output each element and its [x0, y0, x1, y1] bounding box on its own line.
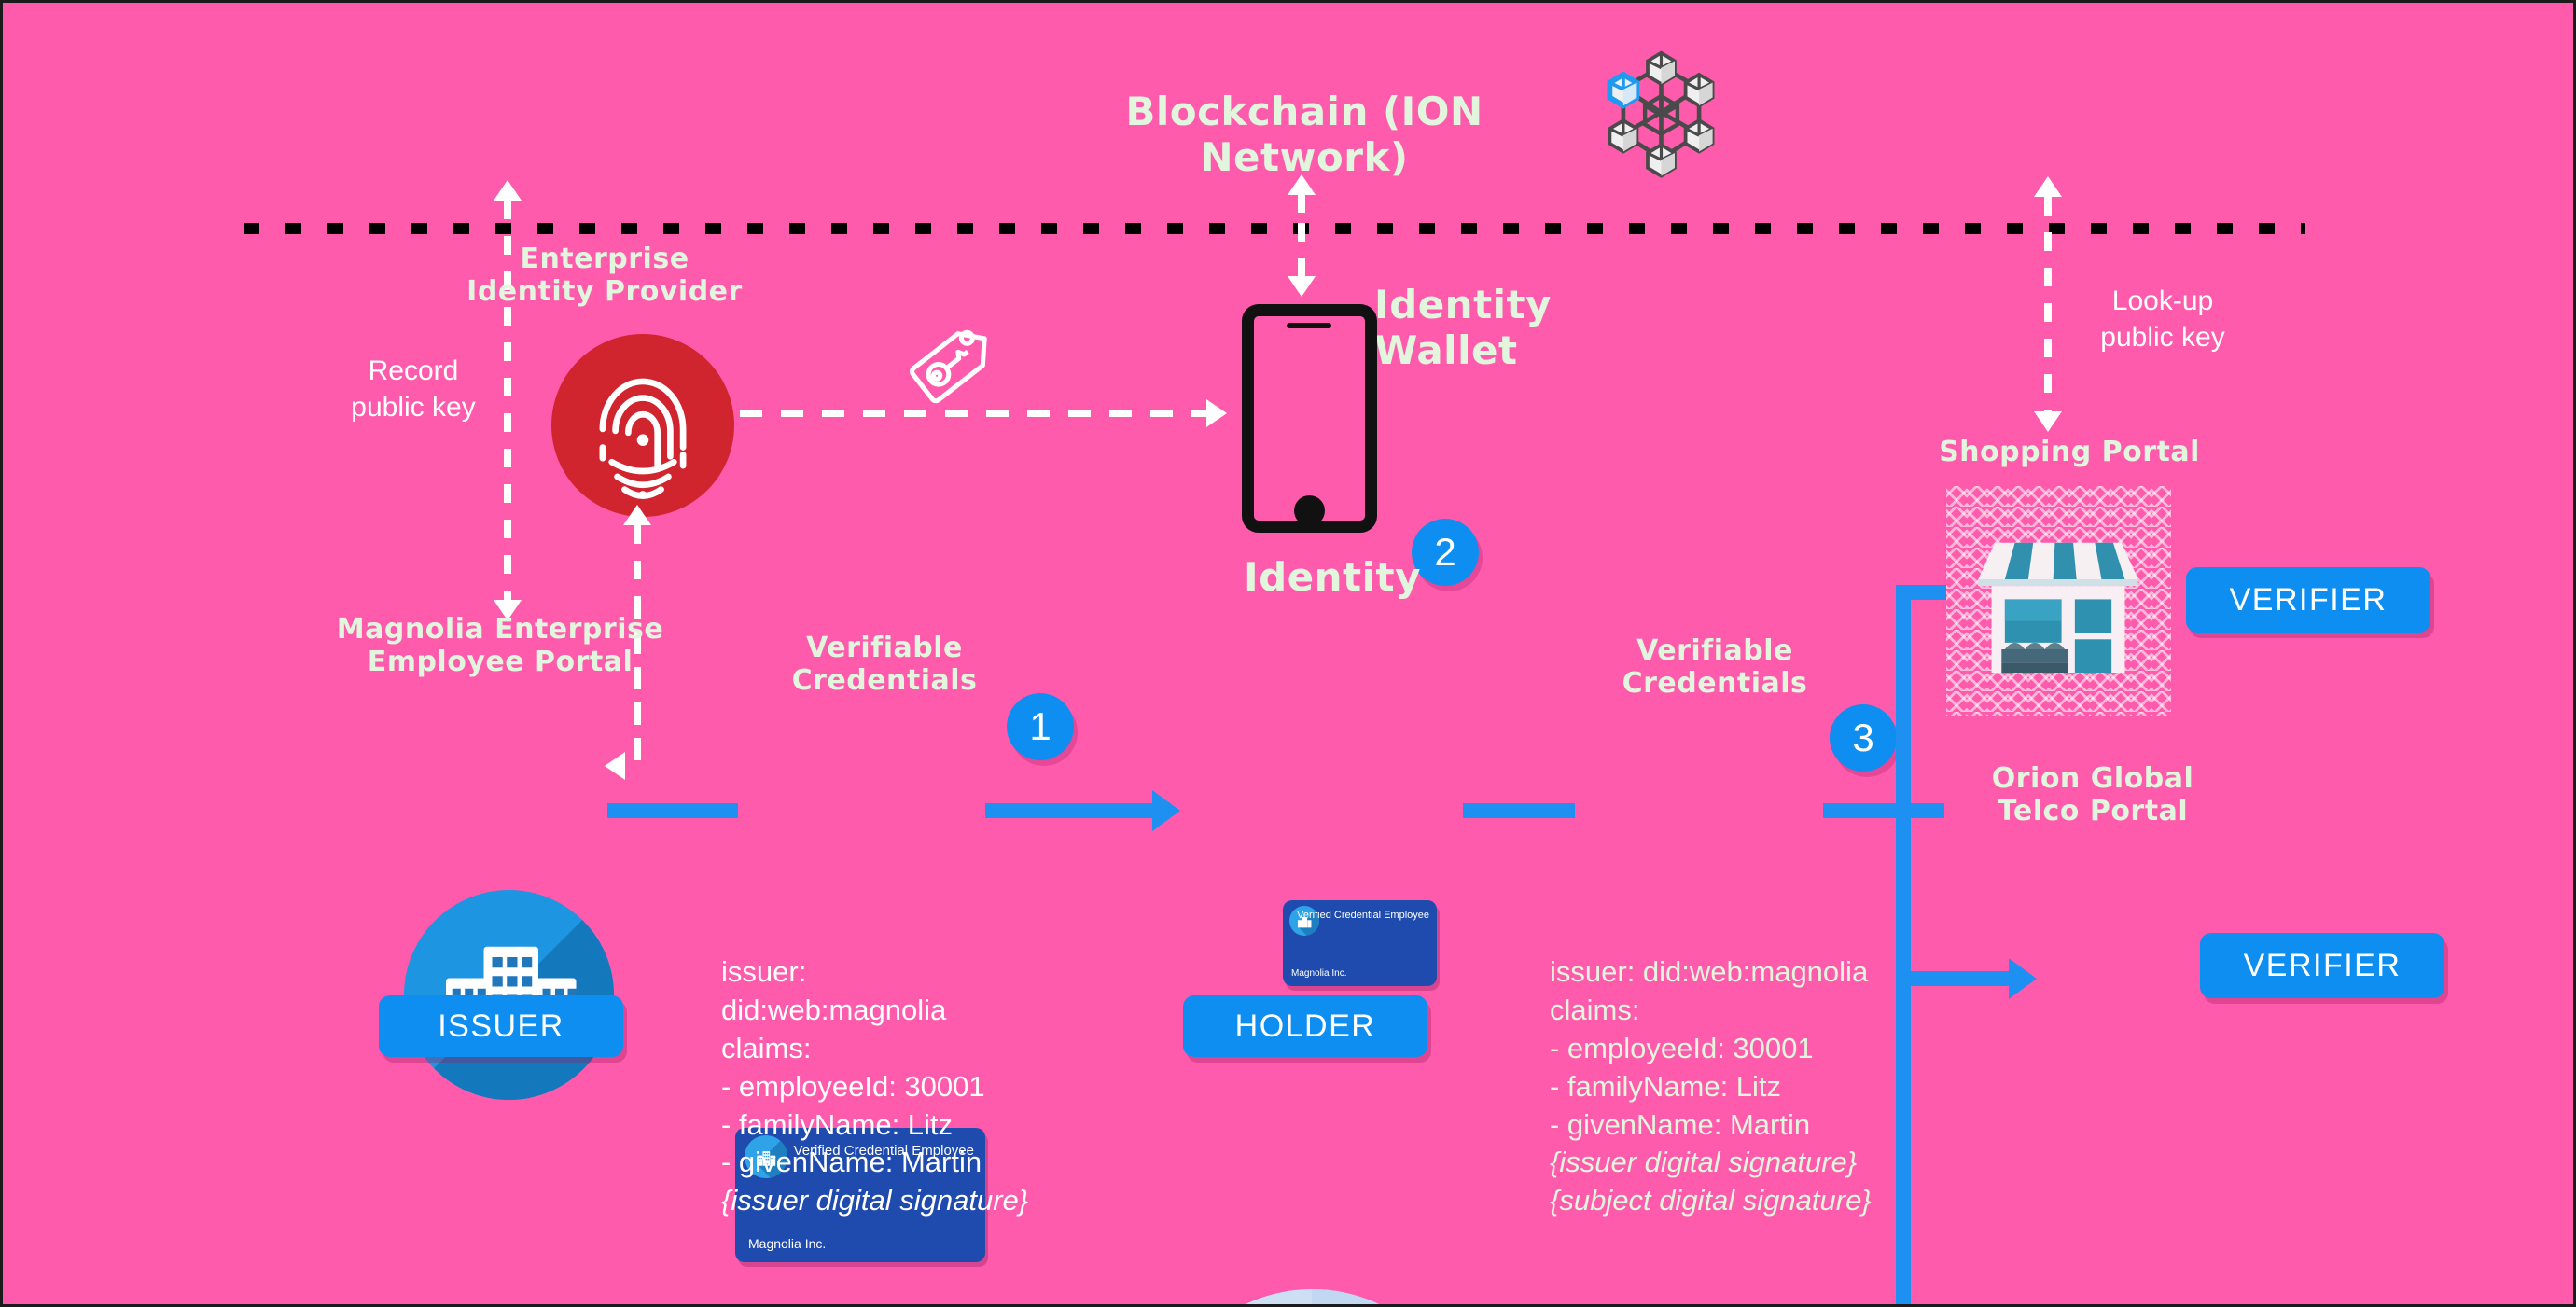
idp-to-issuer-arrow-left: [605, 752, 625, 780]
businessman-avatar-icon: [1155, 1289, 1469, 1304]
wallet-subtitle: Identity: [1243, 554, 1421, 600]
credential-to-holder-line: [985, 803, 1163, 818]
idp-to-wallet-arrow: [1206, 399, 1227, 427]
shopping-verifier-pill[interactable]: VERIFIER: [2186, 567, 2430, 633]
holder-role-label: HOLDER: [1234, 1008, 1376, 1044]
wallet-title: Identity Wallet: [1374, 282, 1553, 373]
issuer-to-credential-line: [607, 803, 738, 818]
lookup-arrow-down: [2034, 411, 2062, 432]
holder-to-credential-line: [1463, 803, 1575, 818]
wallet-credential-card[interactable]: Verified Credential Employee Magnolia In…: [1283, 900, 1437, 986]
credential-branch-trunk: [1896, 585, 1911, 1304]
diagram-canvas: Blockchain (ION Network) Record public k…: [0, 0, 2576, 1307]
shopping-portal-title: Shopping Portal: [1939, 436, 2200, 468]
wallet-ledger-dash-up: [1298, 194, 1305, 222]
wallet-card-org: Magnolia Inc.: [1291, 968, 1347, 979]
record-public-key-label: Record public key: [351, 355, 476, 423]
key-tag-icon: [898, 306, 1010, 418]
telco-verifier-label: VERIFIER: [2243, 947, 2402, 983]
idp-issuer-dash-elbow: [634, 758, 641, 766]
credential-left-heading: Verifiable Credentials: [791, 632, 978, 697]
credential-to-holder-arrow: [1152, 790, 1180, 831]
issuer-title: Magnolia Enterprise Employee Portal: [336, 613, 664, 678]
credential-left-claims: issuer: did:web:magnolia claims: - employe…: [721, 915, 1038, 1258]
step-badge-3: 3: [1830, 704, 1897, 772]
idp-to-wallet-dash: [740, 410, 1206, 417]
wallet-ledger-arrow-down: [1288, 276, 1316, 297]
telco-portal-title: Orion Global Telco Portal: [1991, 762, 2194, 827]
branch-to-telco-arrow: [2009, 958, 2037, 999]
issuer-role-label: ISSUER: [438, 1008, 564, 1044]
fingerprint-icon: [551, 334, 734, 517]
step-2-label: 2: [1434, 530, 1456, 574]
step-3-label: 3: [1852, 716, 1874, 759]
credential-right-heading: Verifiable Credentials: [1622, 634, 1808, 700]
idp-title: Enterprise Identity Provider: [466, 243, 743, 308]
step-1-label: 1: [1029, 704, 1051, 748]
lookup-dash: [2044, 197, 2052, 421]
wallet-ledger-arrow-up: [1288, 174, 1316, 195]
branch-to-telco-line: [1896, 971, 2017, 986]
blockchain-title: Blockchain (ION Network): [1125, 89, 1483, 180]
storefront-icon: [1946, 486, 2171, 716]
record-key-arrow-up: [494, 180, 522, 201]
claims-left-text: issuer: did:web:magnolia claims: - employe…: [721, 954, 1029, 1217]
issuer-to-idp-arrow: [623, 505, 651, 525]
lookup-public-key-label: Look-up public key: [2100, 285, 2225, 353]
credential-branch-line: [1823, 803, 1944, 818]
wallet-ledger-dash: [1298, 223, 1305, 279]
shopping-verifier-label: VERIFIER: [2229, 581, 2388, 618]
wallet-card-title: Verified Credential Employee: [1297, 910, 1429, 921]
issuer-role-pill[interactable]: ISSUER: [379, 995, 623, 1057]
lookup-arrow-up: [2034, 176, 2062, 197]
telco-verifier-pill[interactable]: VERIFIER: [2200, 933, 2444, 998]
step-badge-1: 1: [1007, 693, 1074, 760]
ledger-dotted-line: [244, 223, 2305, 234]
smartphone-icon: [1242, 304, 1377, 533]
blockchain-network-icon: [1594, 45, 1729, 180]
holder-role-pill[interactable]: HOLDER: [1183, 995, 1427, 1057]
claims-right-text: issuer: did:web:magnolia claims: - employe…: [1550, 954, 1872, 1217]
credential-right-claims: issuer: did:web:magnolia claims: - employe…: [1550, 915, 1886, 1258]
